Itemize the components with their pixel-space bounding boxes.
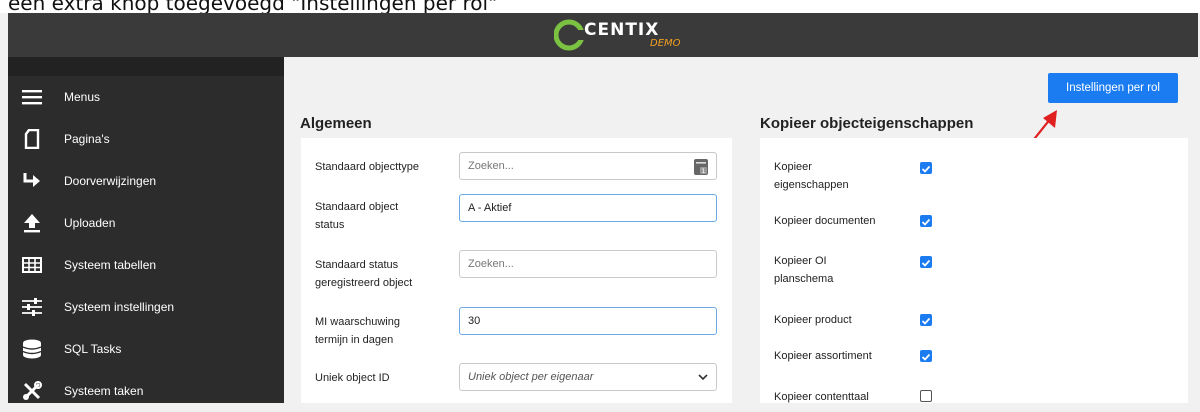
- field-label-object-status: Standaard object status: [315, 201, 399, 231]
- field-label-objecttype: Standaard objecttype: [315, 161, 419, 173]
- section-title-kopieer: Kopieer objecteigenschappen: [760, 115, 974, 132]
- hamburger-icon: [22, 87, 42, 107]
- status-geregistreerd-search-field[interactable]: Zoeken...: [459, 250, 717, 278]
- mi-waarschuwing-input[interactable]: 30: [459, 307, 717, 335]
- sidebar-item-menus[interactable]: Menus: [8, 76, 284, 118]
- sidebar-top-strip: [8, 57, 284, 76]
- sliders-icon: [22, 297, 42, 317]
- database-icon: [22, 339, 42, 359]
- objecttype-search-field[interactable]: Zoeken... 1: [459, 152, 717, 180]
- checkbox-label-product: Kopieer product: [774, 314, 852, 326]
- checkmark-icon: [921, 165, 931, 173]
- redirect-arrow-icon: [22, 171, 42, 191]
- checkbox-label-eigenschappen: Kopieer eigenschappen: [774, 161, 849, 191]
- checkbox-kopieer-assortiment[interactable]: [920, 350, 932, 362]
- sidebar-item-doorverwijzingen[interactable]: Doorverwijzingen: [8, 160, 284, 202]
- tools-icon: [22, 381, 42, 401]
- object-status-value: A - Aktief: [468, 202, 512, 214]
- table-icon: [22, 255, 42, 275]
- logo-subtext: DEMO: [650, 38, 681, 49]
- sidebar-item-label: Menus: [64, 90, 101, 104]
- field-label-uniek-object-id: Uniek object ID: [315, 372, 390, 384]
- top-bar: CENTIX DEMO: [8, 13, 1198, 57]
- sidebar-item-label: Systeem taken: [64, 384, 144, 398]
- sidebar-item-label: SQL Tasks: [64, 342, 122, 356]
- upload-icon: [22, 213, 42, 233]
- sidebar-item-systeem-tabellen[interactable]: Systeem tabellen: [8, 244, 284, 286]
- app-logo[interactable]: CENTIX DEMO: [554, 16, 684, 54]
- chevron-down-icon: [698, 374, 708, 381]
- checkbox-kopieer-documenten[interactable]: [920, 215, 932, 227]
- section-title-algemeen: Algemeen: [300, 115, 372, 132]
- logo-text: CENTIX: [584, 20, 660, 40]
- field-label-status-geregistreerd: Standaard status geregistreerd object: [315, 259, 413, 289]
- sidebar-item-systeem-instellingen[interactable]: Systeem instellingen: [8, 286, 284, 328]
- kopieer-card: Kopieer eigenschappen Kopieer documenten…: [760, 138, 1188, 403]
- page-icon: [22, 129, 42, 149]
- caption-strip: een extra knop toegevoegd "Instellingen …: [0, 0, 1200, 13]
- algemeen-card: Standaard objecttype Zoeken... 1 Standaa…: [301, 138, 732, 403]
- sidebar-item-label: Doorverwijzingen: [64, 174, 157, 188]
- checkbox-label-documenten: Kopieer documenten: [774, 215, 876, 227]
- sidebar-item-label: Systeem instellingen: [64, 300, 175, 314]
- sidebar-item-uploaden[interactable]: Uploaden: [8, 202, 284, 244]
- sidebar-item-label: Uploaden: [64, 216, 116, 230]
- mi-waarschuwing-value: 30: [468, 315, 481, 327]
- object-status-input[interactable]: A - Aktief: [459, 194, 717, 222]
- caption-text: een extra knop toegevoegd "Instellingen …: [8, 0, 498, 13]
- checkbox-kopieer-product[interactable]: [920, 314, 932, 326]
- status-geregistreerd-placeholder: Zoeken...: [468, 258, 514, 270]
- field-label-mi-waarschuwing: MI waarschuwing termijn in dagen: [315, 316, 400, 346]
- sidebar: Menus Pagina's Doorverwijzingen Uploaden…: [8, 57, 284, 403]
- uniek-object-id-selected: Uniek object per eigenaar: [468, 371, 594, 383]
- svg-text:1: 1: [702, 168, 706, 175]
- checkmark-icon: [921, 259, 931, 267]
- sidebar-item-label: Systeem tabellen: [64, 258, 157, 272]
- checkbox-label-contenttaal: Kopieer contenttaal: [774, 391, 869, 403]
- sidebar-item-paginas[interactable]: Pagina's: [8, 118, 284, 160]
- lookup-icon[interactable]: 1: [694, 159, 708, 175]
- sidebar-item-label: Pagina's: [64, 132, 110, 146]
- sidebar-item-sql-tasks[interactable]: SQL Tasks: [8, 328, 284, 370]
- sidebar-item-systeem-taken[interactable]: Systeem taken: [8, 370, 284, 412]
- checkmark-icon: [921, 353, 931, 361]
- uniek-object-id-select[interactable]: Uniek object per eigenaar: [459, 363, 717, 391]
- checkmark-icon: [921, 317, 931, 325]
- checkbox-kopieer-eigenschappen[interactable]: [920, 162, 932, 174]
- checkbox-kopieer-contenttaal[interactable]: [920, 390, 932, 402]
- logo-mark-icon: [554, 19, 584, 51]
- checkbox-label-oi-planschema: Kopieer OI planschema: [774, 255, 834, 285]
- checkbox-label-assortiment: Kopieer assortiment: [774, 350, 872, 362]
- objecttype-placeholder: Zoeken...: [468, 160, 514, 172]
- checkbox-kopieer-oi-planschema[interactable]: [920, 256, 932, 268]
- checkmark-icon: [921, 218, 931, 226]
- settings-per-role-button[interactable]: Instellingen per rol: [1048, 73, 1178, 103]
